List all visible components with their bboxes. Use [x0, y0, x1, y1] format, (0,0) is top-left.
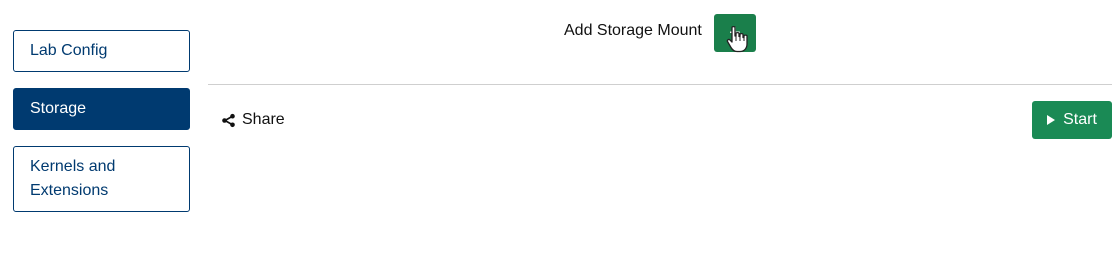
sidebar-item-label: Storage [30, 100, 87, 117]
play-icon [1047, 115, 1056, 125]
start-button[interactable]: Start [1032, 101, 1112, 139]
sidebar-item-label: Kernels and Extensions [30, 158, 116, 199]
section-divider [208, 84, 1112, 85]
add-storage-mount-label: Add Storage Mount [564, 22, 702, 39]
sidebar-item-label: Lab Config [30, 42, 108, 59]
sidebar-item-kernels-and-extensions[interactable]: Kernels and Extensions [13, 146, 190, 212]
sidebar-item-storage[interactable]: Storage [13, 88, 190, 130]
add-storage-mount-button[interactable]: + [714, 14, 756, 52]
plus-icon: + [729, 22, 741, 44]
sidebar-item-lab-config[interactable]: Lab Config [13, 30, 190, 72]
storage-settings-panel: Lab Config Storage Kernels and Extension… [0, 0, 1118, 255]
share-link[interactable]: Share [221, 110, 285, 130]
share-label: Share [242, 111, 285, 128]
share-icon [222, 113, 235, 127]
start-label: Start [1063, 111, 1097, 128]
